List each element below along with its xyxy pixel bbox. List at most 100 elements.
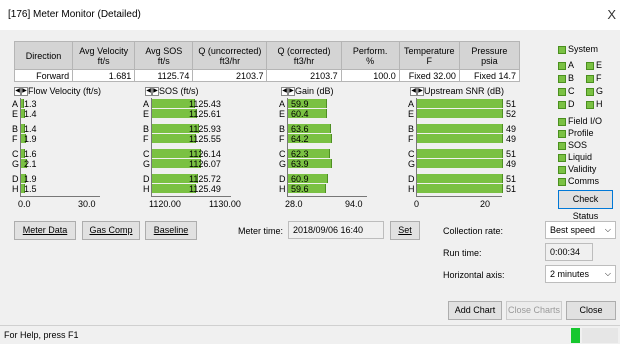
chart-row-h: H 1.5 bbox=[12, 184, 142, 194]
field-io-checkbox[interactable]: Field I/O bbox=[558, 116, 602, 127]
chart-row-a: A 1125.43 bbox=[143, 99, 273, 109]
chart-row-e: E 1.4 bbox=[12, 109, 142, 119]
chord-letter: E bbox=[279, 109, 286, 119]
chart-tick-min: 0.0 bbox=[18, 199, 31, 209]
status-message: For Help, press F1 bbox=[4, 330, 79, 340]
scroll-left-icon[interactable]: ◀ bbox=[145, 87, 152, 97]
col-pressure: Pressure psia bbox=[458, 41, 521, 70]
chord-b-checkbox[interactable]: B bbox=[558, 73, 574, 84]
chord-letter: A bbox=[12, 99, 19, 109]
scroll-left-icon[interactable]: ◀ bbox=[14, 87, 21, 97]
checkbox-icon bbox=[558, 141, 566, 150]
status-bar: For Help, press F1 bbox=[0, 325, 620, 344]
col-direction: Direction bbox=[13, 41, 74, 70]
scroll-right-icon[interactable]: ▶ bbox=[417, 87, 424, 97]
chord-a-checkbox[interactable]: A bbox=[558, 60, 574, 71]
chart-row-g: G 63.9 bbox=[279, 159, 409, 169]
chart-bar bbox=[417, 124, 503, 133]
chord-letter: D bbox=[279, 174, 286, 184]
chart-header: ◀ ▶Upstream SNR (dB) bbox=[410, 86, 504, 97]
sos-checkbox[interactable]: SOS bbox=[558, 140, 587, 151]
chart-row-b: B 1125.93 bbox=[143, 124, 273, 134]
flow-velocity-chart: ◀ ▶Flow Velocity (ft/s) A 1.3 E 1.4 B 1.4 F 1.9 C 1… bbox=[12, 86, 122, 216]
chart-bar bbox=[417, 184, 503, 193]
baseline-button[interactable]: Baseline bbox=[145, 221, 197, 240]
run-time-label: Run time: bbox=[443, 248, 482, 258]
summary-table: Direction Avg Velocity ft/s Avg SOS ft/s Q… bbox=[13, 41, 521, 82]
chord-h-checkbox[interactable]: H bbox=[586, 99, 603, 110]
chart-row-g: G 2.1 bbox=[12, 159, 142, 169]
horizontal-axis-select[interactable]: 2 minutes ⌵ bbox=[545, 265, 616, 283]
chart-value-label: 2.1 bbox=[24, 159, 37, 169]
chord-f-checkbox[interactable]: F bbox=[586, 73, 602, 84]
chart-header: ◀ ▶Gain (dB) bbox=[281, 86, 334, 97]
close-button[interactable]: Close bbox=[566, 301, 616, 320]
run-time-field: 0:00:34 bbox=[545, 243, 593, 261]
checkbox-icon bbox=[586, 100, 594, 109]
chart-value-label: 51 bbox=[506, 149, 517, 159]
cell-temperature: Fixed 32.00 bbox=[398, 69, 460, 82]
chord-e-checkbox[interactable]: E bbox=[586, 60, 602, 71]
chord-letter: C bbox=[408, 149, 415, 159]
meter-data-button[interactable]: Meter Data bbox=[14, 221, 76, 240]
set-button[interactable]: Set bbox=[390, 221, 420, 240]
cell-avg-sos: 1125.74 bbox=[134, 69, 194, 82]
chart-value-label: 51 bbox=[506, 174, 517, 184]
chart-value-label: 1.9 bbox=[24, 134, 37, 144]
upstream-snr-chart: ◀ ▶Upstream SNR (dB) A 51 E 52 B 49 F 49 C 51 G 49 D 51… bbox=[408, 86, 528, 216]
liquid-checkbox[interactable]: Liquid bbox=[558, 152, 592, 163]
add-chart-button[interactable]: Add Chart bbox=[448, 301, 502, 320]
scroll-left-icon[interactable]: ◀ bbox=[281, 87, 288, 97]
scroll-right-icon[interactable]: ▶ bbox=[152, 87, 159, 97]
chord-g-checkbox[interactable]: G bbox=[586, 86, 603, 97]
chart-x-axis bbox=[20, 196, 100, 197]
cell-direction: Forward bbox=[13, 69, 74, 82]
chord-letter: F bbox=[408, 134, 414, 144]
window-title: [176] Meter Monitor (Detailed) bbox=[8, 9, 141, 20]
close-icon[interactable]: X bbox=[607, 7, 616, 22]
checkbox-icon bbox=[558, 117, 566, 126]
col-q-corrected: Q (corrected) ft3/hr bbox=[266, 41, 342, 70]
close-charts-button[interactable]: Close Charts bbox=[506, 301, 562, 320]
chart-value-label: 51 bbox=[506, 99, 517, 109]
gas-comp-button[interactable]: Gas Comp bbox=[82, 221, 140, 240]
chevron-down-icon: ⌵ bbox=[604, 269, 611, 278]
chord-d-checkbox[interactable]: D bbox=[558, 99, 575, 110]
scroll-left-icon[interactable]: ◀ bbox=[410, 87, 417, 97]
chart-x-axis bbox=[287, 196, 367, 197]
chart-row-b: B 1.4 bbox=[12, 124, 142, 134]
system-checkbox[interactable]: System bbox=[558, 44, 598, 55]
cell-q-corrected: 2103.7 bbox=[266, 69, 342, 82]
chart-tick-min: 28.0 bbox=[285, 199, 303, 209]
chord-letter: G bbox=[408, 159, 416, 169]
chart-value-label: 1125.72 bbox=[189, 174, 221, 184]
gain-chart: ◀ ▶Gain (dB) A 59.9 E 60.4 B 63.6 F 64.2 C 62.3 G 63.… bbox=[279, 86, 389, 216]
col-avg-sos: Avg SOS ft/s bbox=[134, 41, 194, 70]
title-bar: [176] Meter Monitor (Detailed) X bbox=[0, 0, 620, 30]
chord-letter: D bbox=[408, 174, 415, 184]
scroll-right-icon[interactable]: ▶ bbox=[288, 87, 295, 97]
chart-value-label: 1.6 bbox=[24, 149, 37, 159]
chart-value-label: 49 bbox=[506, 159, 517, 169]
chord-letter: F bbox=[12, 134, 18, 144]
collection-rate-select[interactable]: Best speed ⌵ bbox=[545, 221, 616, 239]
chart-row-e: E 1125.61 bbox=[143, 109, 273, 119]
profile-checkbox[interactable]: Profile bbox=[558, 128, 594, 139]
chart-x-axis bbox=[151, 196, 231, 197]
chord-letter: A bbox=[279, 99, 286, 109]
cell-performance: 100.0 bbox=[340, 69, 400, 82]
check-status-button[interactable]: Check Status bbox=[558, 190, 613, 221]
chart-row-h: H 59.6 bbox=[279, 184, 409, 194]
checkbox-icon bbox=[558, 45, 566, 54]
meter-time-field[interactable]: 2018/09/06 16:40 bbox=[288, 221, 384, 239]
chart-row-a: A 1.3 bbox=[12, 99, 142, 109]
status-indicator-empty bbox=[582, 328, 618, 343]
chart-value-label: 60.4 bbox=[291, 109, 309, 119]
chart-row-c: C 1126.14 bbox=[143, 149, 273, 159]
validity-checkbox[interactable]: Validity bbox=[558, 164, 596, 175]
chord-c-checkbox[interactable]: C bbox=[558, 86, 575, 97]
scroll-right-icon[interactable]: ▶ bbox=[21, 87, 28, 97]
checkbox-icon bbox=[558, 61, 566, 70]
comms-checkbox[interactable]: Comms bbox=[558, 176, 599, 187]
chart-header: ◀ ▶SOS (ft/s) bbox=[145, 86, 199, 97]
